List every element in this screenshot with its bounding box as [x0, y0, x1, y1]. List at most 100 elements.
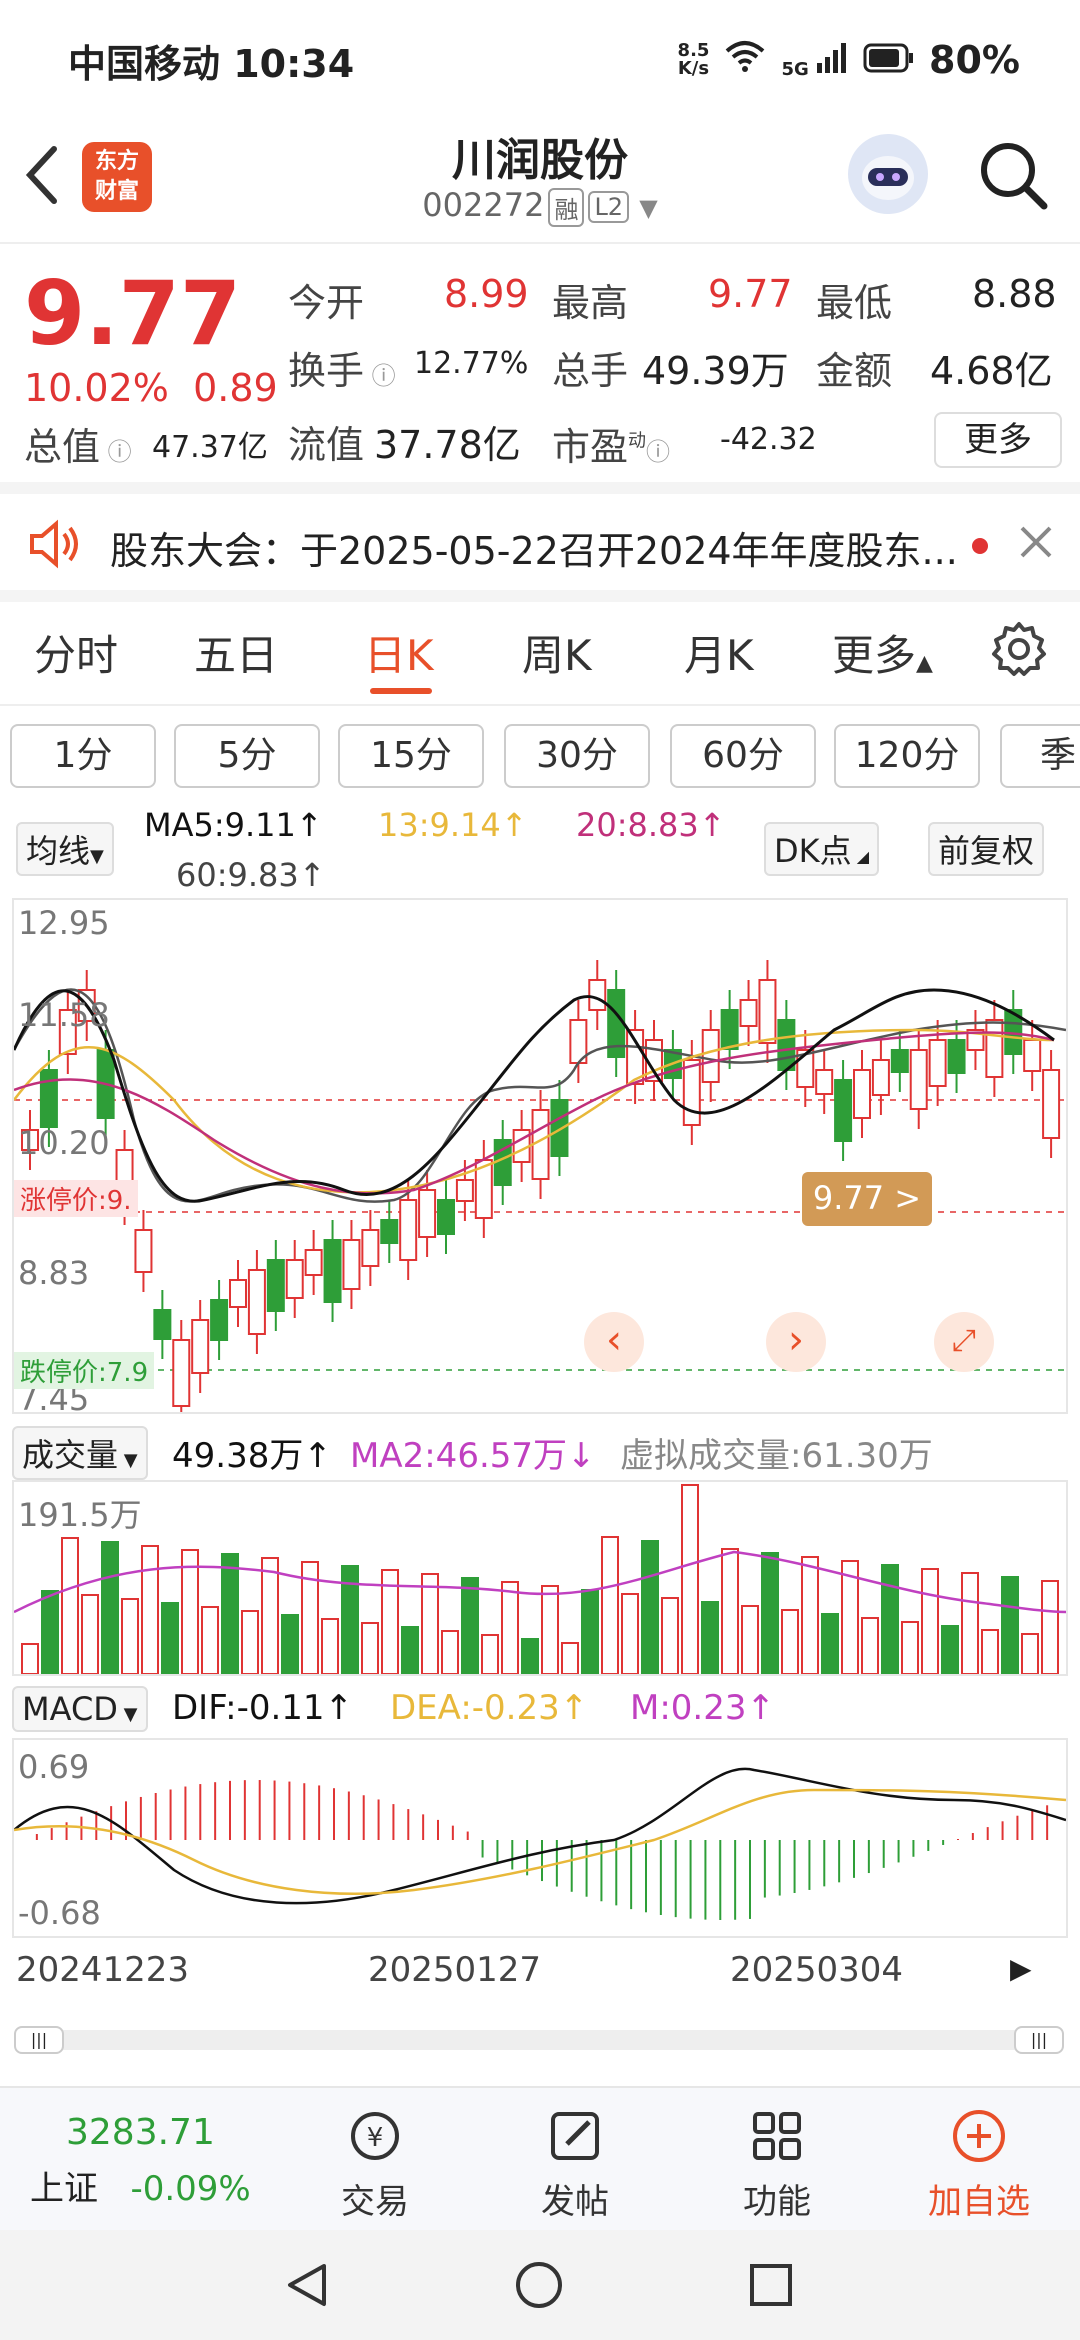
bottom-nav: 3283.71 上证 -0.09% ¥ 交易 发帖 功能 加自选 [0, 2086, 1080, 2230]
candle [342, 1239, 361, 1290]
system-back-icon[interactable] [282, 2260, 332, 2314]
margin-tag: 融 [548, 187, 585, 227]
volume-bar [141, 1545, 159, 1674]
edit-icon [551, 2112, 599, 2160]
play-icon[interactable]: ▶ [1010, 1952, 1032, 1985]
candle [323, 1239, 342, 1303]
volume-bar [641, 1540, 659, 1674]
volume-bar [1021, 1633, 1039, 1674]
turnover-value: 12.77% [414, 346, 529, 381]
l2-tag: L2 [588, 191, 630, 223]
battery-icon [863, 38, 915, 82]
add-circle-icon [953, 2110, 1005, 2162]
ma-selector[interactable]: 均线▼ [16, 822, 114, 876]
candle [871, 1059, 890, 1096]
volume-label: 总手 [552, 349, 629, 393]
tab-weekly-k[interactable]: 周K [522, 622, 592, 683]
minute-intervals: 1分 5分 15分 30分 60分 120分 季 [0, 716, 1080, 792]
volume-bar [401, 1626, 419, 1674]
net-speed: 8.5 K/s [677, 40, 710, 79]
y-axis-2: 11.58 [18, 996, 110, 1034]
macd-chart[interactable]: 0.69 -0.68 [12, 1738, 1068, 1938]
range-handle-left[interactable]: ||| [14, 2026, 64, 2054]
nav-add-watchlist[interactable]: 加自选 [914, 2104, 1044, 2223]
candle [418, 1189, 437, 1238]
mcap-label[interactable]: 总值 ⓘ [24, 416, 132, 471]
macd-y-bottom: -0.68 [18, 1894, 101, 1932]
tab-monthly-k[interactable]: 月K [684, 622, 754, 683]
interval-1min[interactable]: 1分 [10, 724, 156, 788]
kline-chart[interactable]: 12.95 11.58 10.20 8.83 7.45 涨停价:9. 跌停价:7… [12, 898, 1068, 1418]
volume-bar [201, 1606, 219, 1674]
price-change: 10.02% 0.89 [24, 366, 278, 410]
volume-bar [181, 1549, 199, 1674]
candle [1023, 1039, 1042, 1072]
volume-bar [361, 1622, 379, 1674]
volume-bar [1001, 1576, 1019, 1674]
adjust-button[interactable]: 前复权 [928, 822, 1045, 876]
pe-label[interactable]: 市盈动ⓘ [552, 416, 670, 471]
virtual-volume: 虚拟成交量:61.30万 [620, 1436, 933, 1476]
caret-up-icon: ▲ [916, 651, 933, 676]
nav-trade[interactable]: ¥ 交易 [310, 2104, 440, 2223]
interval-15min[interactable]: 15分 [338, 724, 484, 788]
volume-chart[interactable]: 191.5万 [12, 1480, 1068, 1676]
interval-120min[interactable]: 120分 [834, 724, 980, 788]
tab-daily-k[interactable]: 日K [364, 622, 434, 683]
candle [588, 979, 607, 1011]
interval-quarter[interactable]: 季 [1000, 724, 1080, 788]
volume-bar [161, 1602, 179, 1674]
candle [1042, 1069, 1061, 1139]
interval-5min[interactable]: 5分 [174, 724, 320, 788]
volume-bar [421, 1573, 439, 1674]
volume-selector[interactable]: 成交量 ▼ [12, 1426, 148, 1480]
candle [815, 1069, 834, 1095]
nav-function[interactable]: 功能 [712, 2104, 842, 2223]
volume-bar [921, 1568, 939, 1674]
high-label: 最高 [552, 281, 629, 325]
macd-selector[interactable]: MACD ▼ [12, 1686, 148, 1732]
tab-more[interactable]: 更多▲ [832, 622, 933, 683]
close-icon[interactable] [1018, 524, 1054, 564]
chevron-right-icon[interactable]: › [766, 1312, 826, 1372]
index-name: 上证 [30, 2169, 98, 2209]
tab-timeshare[interactable]: 分时 [34, 622, 118, 683]
candle [153, 1309, 172, 1340]
volume-bar [41, 1590, 59, 1674]
notice-bar[interactable]: 股东大会：于2025-05-22召开2024年年度股东... [0, 494, 1080, 602]
candle [304, 1249, 323, 1276]
search-icon[interactable] [976, 138, 1050, 216]
tab-five-day[interactable]: 五日 [194, 622, 278, 683]
expand-icon[interactable]: ⤢ [934, 1312, 994, 1372]
range-handle-right[interactable]: ||| [1014, 2026, 1064, 2054]
nav-post[interactable]: 发帖 [510, 2104, 640, 2223]
candle [909, 1049, 928, 1110]
active-tab-indicator [370, 688, 432, 694]
volume-ma2: MA2:46.57万↓ [350, 1436, 596, 1476]
more-quote-button[interactable]: 更多 [934, 412, 1062, 468]
wifi-icon [723, 38, 767, 82]
volume-bar [441, 1630, 459, 1674]
system-home-icon[interactable] [514, 2260, 564, 2314]
system-recents-icon[interactable] [746, 2260, 796, 2314]
current-price-tag[interactable]: 9.77 > [802, 1172, 932, 1226]
turnover-label[interactable]: 换手 ⓘ [288, 340, 396, 395]
ma5-legend: MA5:9.11↑ [144, 806, 323, 844]
macd-dea: DEA:-0.23↑ [390, 1688, 589, 1728]
interval-60min[interactable]: 60分 [670, 724, 816, 788]
candle [229, 1279, 247, 1308]
gear-icon[interactable] [990, 620, 1048, 682]
interval-30min[interactable]: 30分 [504, 724, 650, 788]
info-icon: ⓘ [100, 438, 132, 466]
dk-point-button[interactable]: DK点 ◢ [764, 822, 880, 876]
info-icon: ⓘ [646, 438, 671, 466]
candle [210, 1299, 229, 1341]
index-ticker[interactable]: 3283.71 上证 -0.09% [30, 2112, 280, 2210]
chevron-left-icon[interactable]: ‹ [584, 1312, 644, 1372]
candle [247, 1269, 266, 1335]
volume-bar [661, 1597, 679, 1674]
robot-assistant-icon[interactable] [848, 134, 928, 214]
candle [550, 1099, 569, 1157]
range-scrollbar[interactable]: ||| ||| [14, 2026, 1064, 2054]
volume-bar [721, 1548, 739, 1674]
